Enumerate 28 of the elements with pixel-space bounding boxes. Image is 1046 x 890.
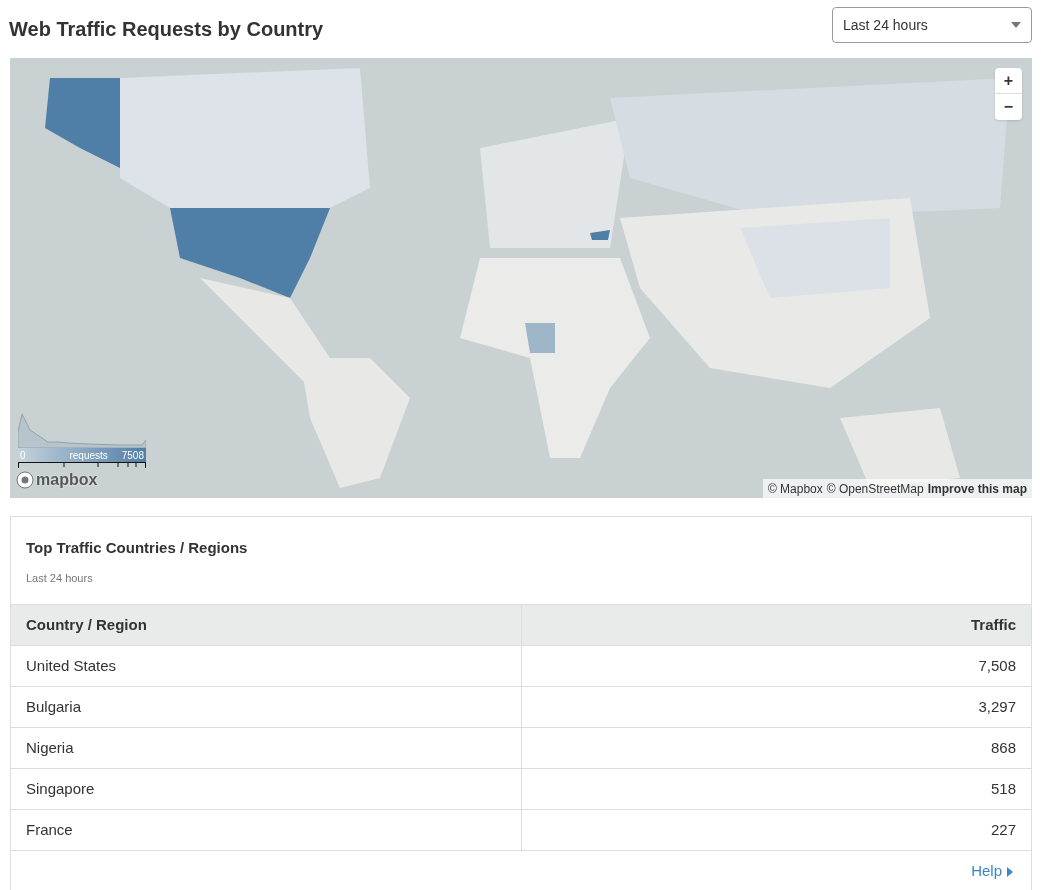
table-cell: 518 <box>521 768 1031 810</box>
card-subtitle: Last 24 hours <box>26 570 94 586</box>
attribution-link[interactable]: © OpenStreetMap <box>826 479 924 498</box>
table-cell: Singapore <box>11 768 521 810</box>
zoom-out-button[interactable]: − <box>995 94 1022 120</box>
help-link[interactable]: Help <box>971 860 1013 883</box>
table-cell: Nigeria <box>11 727 521 769</box>
zoom-in-button[interactable]: + <box>995 68 1022 94</box>
table-cell: Bulgaria <box>11 686 521 728</box>
table-cell: France <box>11 809 521 851</box>
caret-down-icon <box>1011 22 1021 28</box>
column-header: Traffic <box>521 604 1031 646</box>
legend-label: requests <box>69 448 108 463</box>
table-cell: United States <box>11 645 521 687</box>
time-range-select[interactable]: Last 24 hours <box>832 7 1032 43</box>
improve-map-link[interactable]: Improve this map <box>927 479 1027 498</box>
table-cell: 7,508 <box>521 645 1031 687</box>
table-cell: 3,297 <box>521 686 1031 728</box>
mapbox-logo-icon <box>16 471 34 489</box>
table-cell: 868 <box>521 727 1031 769</box>
card-title: Top Traffic Countries / Regions <box>26 538 249 558</box>
caret-right-icon <box>1007 866 1013 877</box>
legend-max: 7508 <box>121 448 144 463</box>
attribution-link[interactable]: © Mapbox <box>767 479 823 498</box>
mapbox-logo[interactable]: mapbox <box>36 468 98 492</box>
page-title: Web Traffic Requests by Country <box>9 17 324 42</box>
column-header: Country / Region <box>11 604 521 646</box>
table-cell: 227 <box>521 809 1031 851</box>
